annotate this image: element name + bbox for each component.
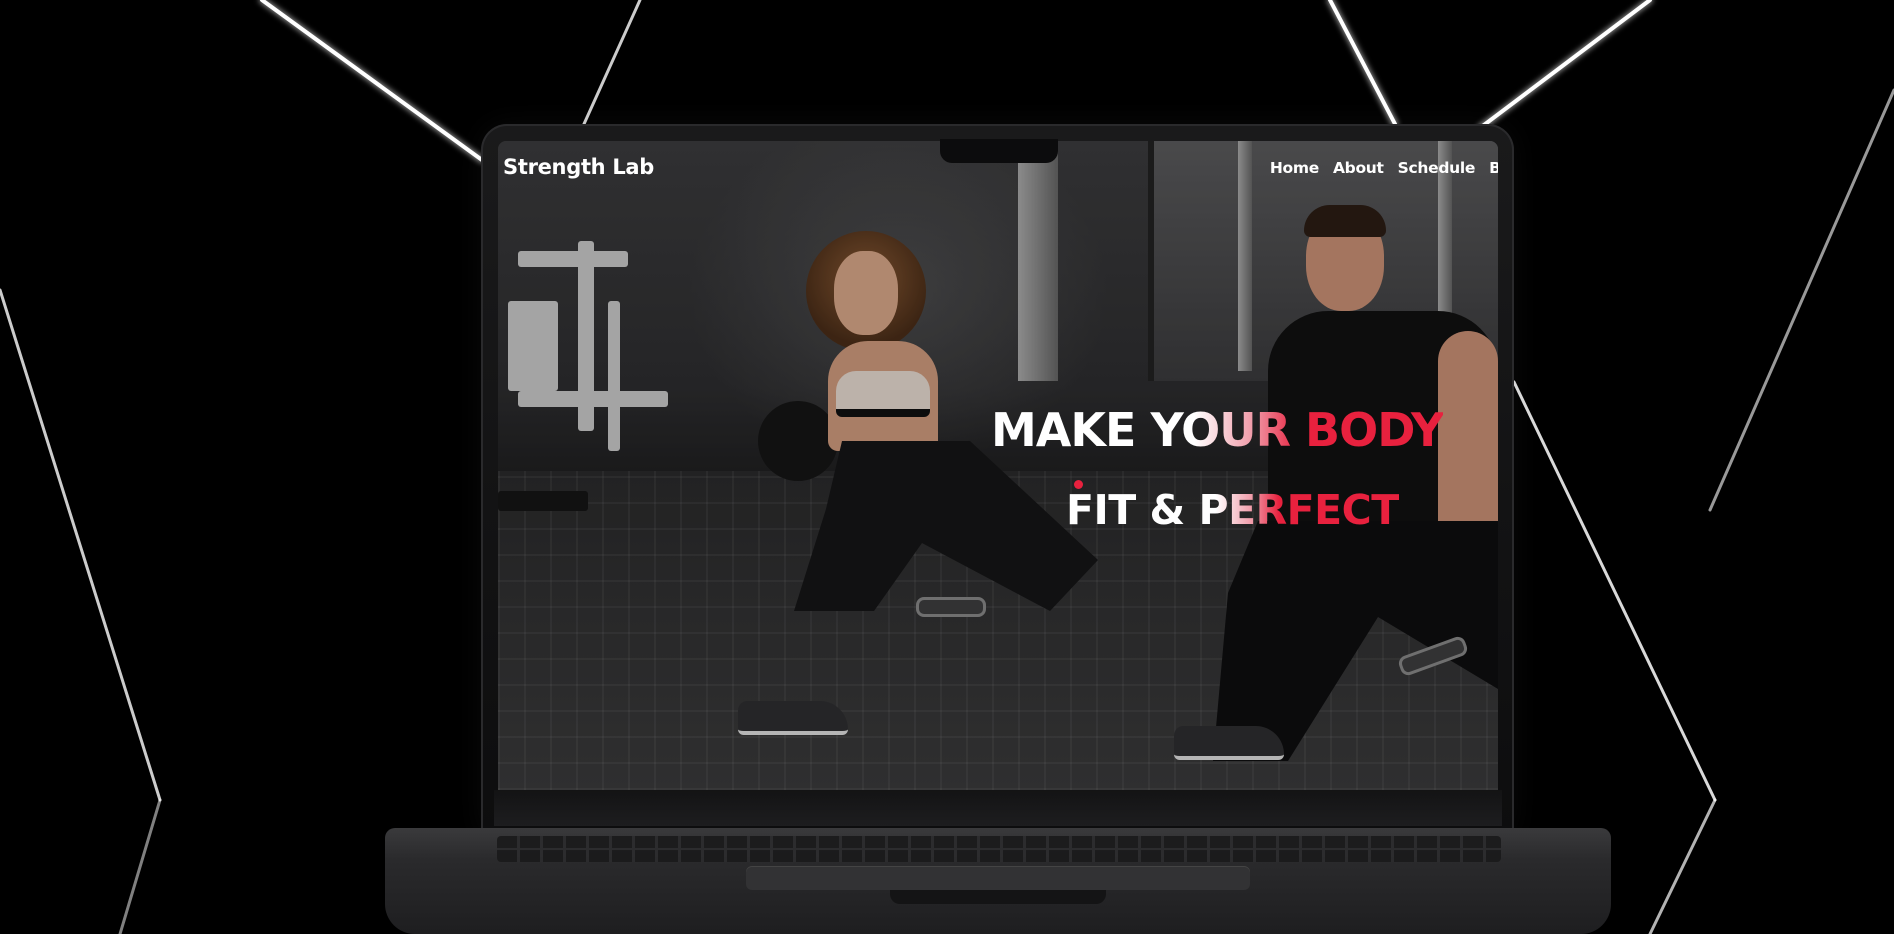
laptop-bottom-bezel xyxy=(494,790,1502,826)
laptop-front-lip xyxy=(890,890,1106,904)
hero-headline: MAKE YOUR BODY FIT & PERFECT xyxy=(498,141,1498,790)
headline-line-1: MAKE YOUR BODY xyxy=(991,403,1444,457)
headline-line-2: FIT & PERFECT xyxy=(1066,486,1399,534)
camera-notch xyxy=(940,139,1058,163)
laptop-screen: Strength Lab Home About Schedule Blo MAK… xyxy=(498,141,1498,790)
laptop-keyboard xyxy=(497,836,1501,862)
laptop-trackpad xyxy=(746,866,1250,890)
